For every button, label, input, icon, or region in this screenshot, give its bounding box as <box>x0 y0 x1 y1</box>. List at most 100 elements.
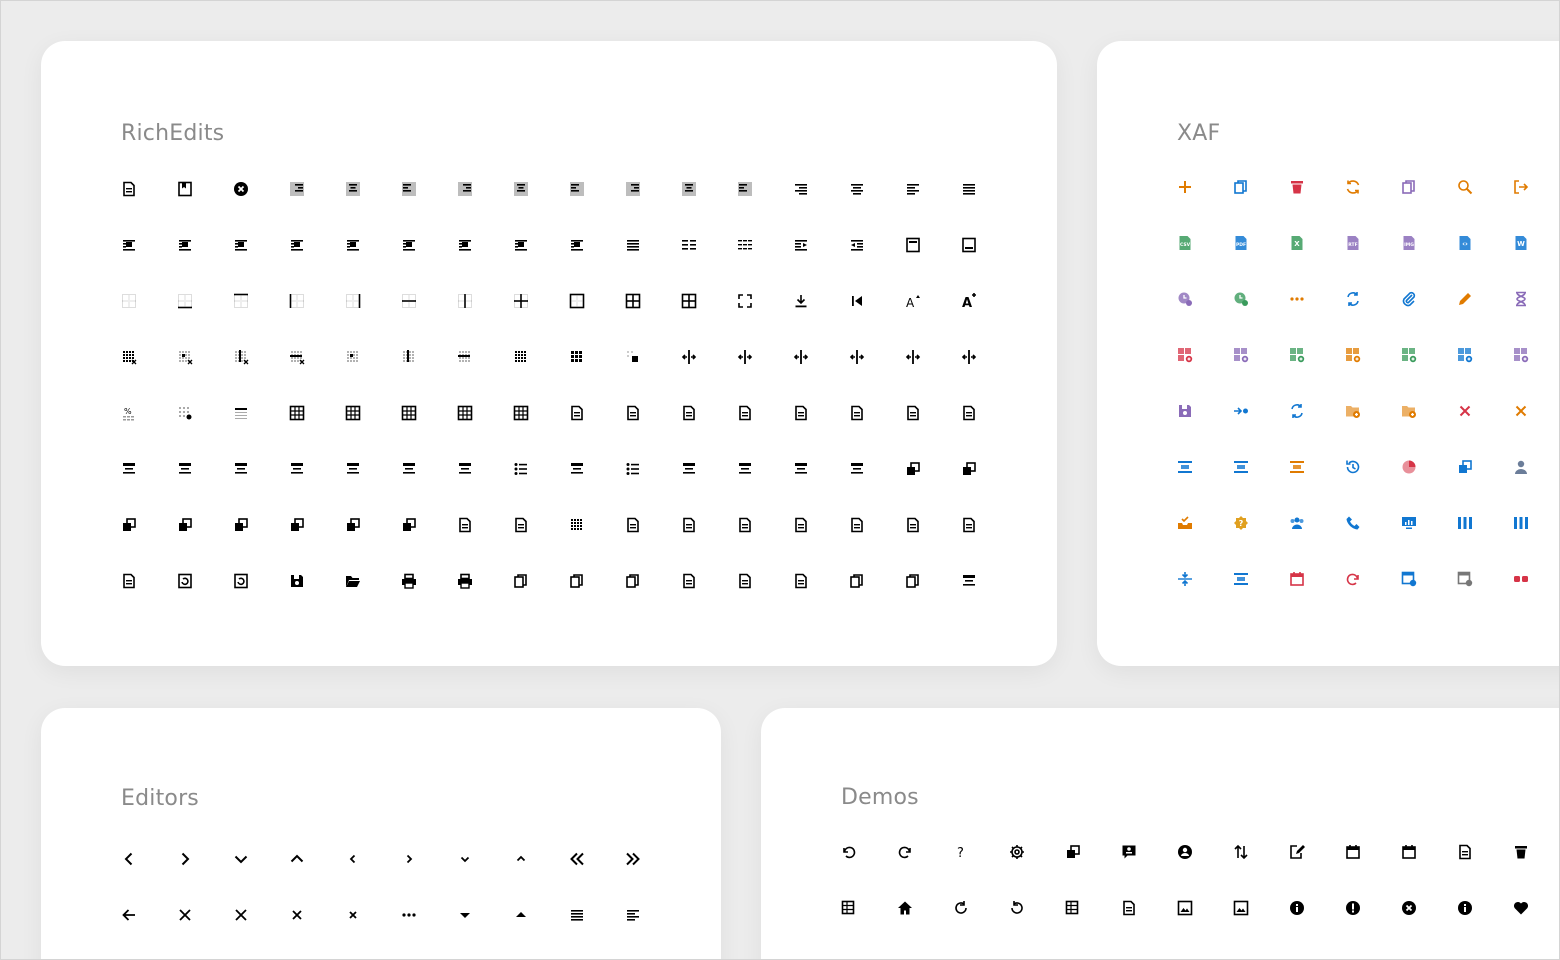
split-h-icon[interactable] <box>793 349 809 365</box>
border-left-icon[interactable] <box>289 293 305 309</box>
menu-icon[interactable] <box>569 907 585 923</box>
doc-in-icon[interactable] <box>457 517 473 533</box>
align-right-icon[interactable] <box>793 181 809 197</box>
check-clock-icon[interactable] <box>1233 291 1249 307</box>
dotted-grid-icon[interactable] <box>849 461 865 477</box>
doc-forward-icon[interactable] <box>625 405 641 421</box>
settings-window-icon[interactable] <box>1401 571 1417 587</box>
wrap-right-icon[interactable] <box>513 237 529 253</box>
team-icon[interactable] <box>1289 515 1305 531</box>
shape-text-icon[interactable] <box>177 517 193 533</box>
folder-open-icon[interactable] <box>345 573 361 589</box>
folder-x-icon[interactable] <box>1345 403 1361 419</box>
file-rtf-icon[interactable]: RTF <box>1345 235 1361 251</box>
table-percent-icon[interactable]: % <box>121 405 137 421</box>
wrap-in-front-icon[interactable] <box>401 237 417 253</box>
table-cols-icon[interactable] <box>401 405 417 421</box>
wrap-tight-icon[interactable] <box>177 237 193 253</box>
close-red-icon[interactable] <box>1457 403 1473 419</box>
pie-chart-icon[interactable] <box>1401 459 1417 475</box>
page-break-alt-icon[interactable] <box>737 573 753 589</box>
align-right-shaded-icon[interactable] <box>289 181 305 197</box>
rotate-right-icon[interactable] <box>1009 900 1025 916</box>
doc-frame-icon[interactable] <box>849 405 865 421</box>
hourglass-icon[interactable] <box>1513 291 1529 307</box>
copy-icon[interactable] <box>513 573 529 589</box>
doc-lines-icon[interactable] <box>737 517 753 533</box>
delete-column-icon[interactable] <box>233 349 249 365</box>
list-center-icon[interactable] <box>1233 459 1249 475</box>
pencil-icon[interactable] <box>1457 291 1473 307</box>
caret-down-icon[interactable] <box>457 907 473 923</box>
copy-check-filled-icon[interactable] <box>905 573 921 589</box>
chevron-down-small-icon[interactable] <box>457 851 473 867</box>
calendar-small-icon[interactable] <box>1345 844 1361 860</box>
text-under-icon[interactable] <box>457 461 473 477</box>
close-orange-icon[interactable] <box>1513 403 1529 419</box>
text-right-box-icon[interactable] <box>289 461 305 477</box>
grid-view-icon[interactable] <box>1513 347 1529 363</box>
info-filled-alt-icon[interactable] <box>1457 900 1473 916</box>
list-three-col-icon[interactable] <box>737 237 753 253</box>
table-filter-icon[interactable] <box>841 900 857 916</box>
save-icon[interactable] <box>289 573 305 589</box>
refresh-page-icon[interactable] <box>233 573 249 589</box>
grid-edit-icon[interactable] <box>1457 347 1473 363</box>
layer-front-icon[interactable] <box>401 517 417 533</box>
info-filled-icon[interactable] <box>1289 900 1305 916</box>
header-icon[interactable] <box>905 237 921 253</box>
list-lock-icon[interactable] <box>1233 571 1249 587</box>
wrap-left-icon[interactable] <box>457 237 473 253</box>
wrap-both-icon[interactable] <box>569 237 585 253</box>
chevron-up-small-icon[interactable] <box>513 851 529 867</box>
caret-up-icon[interactable] <box>513 907 529 923</box>
redo-icon[interactable] <box>897 844 913 860</box>
arrow-left-icon[interactable] <box>121 907 137 923</box>
bookmark-icon[interactable] <box>177 181 193 197</box>
insert-row-above-icon[interactable] <box>905 349 921 365</box>
close-icon[interactable] <box>177 907 193 923</box>
arrow-dot-icon[interactable] <box>1233 403 1249 419</box>
border-inside-h-icon[interactable] <box>401 293 417 309</box>
border-inside-v-icon[interactable] <box>457 293 473 309</box>
clipboard-search-icon[interactable] <box>1401 179 1417 195</box>
gear-icon[interactable] <box>1009 844 1025 860</box>
undo-icon[interactable] <box>841 844 857 860</box>
user-circle-icon[interactable] <box>1177 844 1193 860</box>
merge-cells-icon[interactable] <box>625 349 641 365</box>
close-icon[interactable] <box>233 907 249 923</box>
table-grid-icon[interactable] <box>569 349 585 365</box>
double-left-icon[interactable] <box>569 851 585 867</box>
select-dotted-icon[interactable] <box>569 517 585 533</box>
heart-icon[interactable] <box>1513 900 1529 916</box>
inbox-check-icon[interactable] <box>1177 515 1193 531</box>
doc-list-icon[interactable] <box>905 405 921 421</box>
image-frame-alt-icon[interactable] <box>1233 900 1249 916</box>
align-center-shaded-icon[interactable] <box>513 181 529 197</box>
link-broken-icon[interactable] <box>1513 571 1529 587</box>
table-settings-icon[interactable] <box>177 405 193 421</box>
window-x-icon[interactable] <box>1457 571 1473 587</box>
align-center-shaded-icon[interactable] <box>681 181 697 197</box>
doc-search-icon[interactable] <box>961 405 977 421</box>
table-icon[interactable] <box>457 405 473 421</box>
delete-row-icon[interactable] <box>289 349 305 365</box>
file-code-icon[interactable]: ‹› <box>1457 235 1473 251</box>
print-preview-icon[interactable] <box>457 573 473 589</box>
grid-settings-icon[interactable] <box>1233 347 1249 363</box>
sort-arrows-icon[interactable] <box>1233 844 1249 860</box>
layers-icon[interactable] <box>1065 844 1081 860</box>
chevron-left-small-icon[interactable] <box>345 851 361 867</box>
doc-lines-icon[interactable] <box>1457 844 1473 860</box>
text-center-box-icon[interactable] <box>121 461 137 477</box>
align-center-top-icon[interactable] <box>1177 459 1193 475</box>
border-all-thick-icon[interactable] <box>681 293 697 309</box>
filter-list-icon[interactable] <box>1289 459 1305 475</box>
file-csv-icon[interactable]: CSV <box>1177 235 1193 251</box>
bring-front-icon[interactable] <box>905 461 921 477</box>
close-small-icon[interactable] <box>289 907 305 923</box>
bring-forward-icon[interactable] <box>121 517 137 533</box>
align-left-icon[interactable] <box>905 181 921 197</box>
font-grow-icon[interactable]: A <box>905 293 921 310</box>
more-horizontal-icon[interactable] <box>401 907 417 923</box>
